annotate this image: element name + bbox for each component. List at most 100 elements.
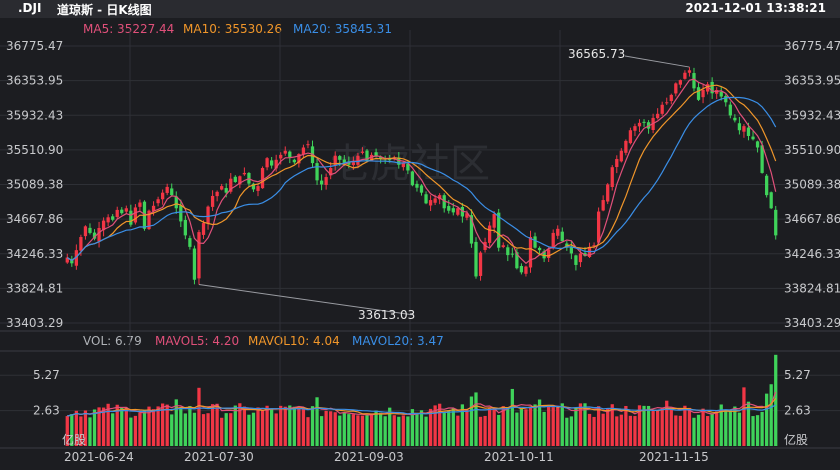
volume-bar[interactable]	[347, 414, 351, 446]
volume-bar[interactable]	[319, 416, 324, 446]
candle-body[interactable]	[642, 121, 646, 123]
volume-bar[interactable]	[306, 417, 310, 446]
volume-bar[interactable]	[615, 416, 619, 446]
candle-body[interactable]	[215, 191, 219, 197]
volume-bar[interactable]	[574, 408, 578, 446]
candle-body[interactable]	[360, 151, 365, 153]
volume-bar[interactable]	[129, 417, 133, 446]
candle-body[interactable]	[315, 163, 319, 181]
candle-body[interactable]	[501, 245, 505, 248]
volume-bar[interactable]	[406, 416, 410, 446]
candle-body[interactable]	[451, 208, 455, 213]
candle-body[interactable]	[701, 89, 705, 98]
candle-body[interactable]	[88, 227, 92, 233]
volume-bar[interactable]	[229, 413, 233, 446]
candle-body[interactable]	[547, 249, 551, 258]
candle-body[interactable]	[210, 195, 215, 207]
volume-bar[interactable]	[510, 388, 514, 446]
volume-bar[interactable]	[265, 405, 269, 446]
volume-bar[interactable]	[678, 415, 682, 446]
candle-body[interactable]	[265, 158, 269, 168]
volume-bar[interactable]	[374, 410, 378, 446]
volume-bar[interactable]	[683, 405, 687, 446]
candle-body[interactable]	[260, 168, 265, 189]
volume-bar[interactable]	[333, 412, 337, 446]
volume-bar[interactable]	[415, 412, 419, 446]
candle-body[interactable]	[724, 96, 728, 103]
volume-bar[interactable]	[342, 412, 346, 446]
volume-bar[interactable]	[179, 407, 183, 446]
volume-bar[interactable]	[101, 407, 106, 446]
volume-bar[interactable]	[215, 403, 219, 446]
volume-bar[interactable]	[642, 405, 646, 446]
volume-bar[interactable]	[569, 416, 574, 446]
volume-bar[interactable]	[660, 407, 664, 446]
volume-bar[interactable]	[269, 409, 274, 446]
candle-body[interactable]	[528, 237, 533, 268]
volume-bar[interactable]	[220, 417, 224, 446]
volume-bar[interactable]	[633, 416, 637, 446]
candle-body[interactable]	[665, 102, 669, 104]
volume-bar[interactable]	[483, 415, 487, 446]
volume-bar[interactable]	[451, 408, 455, 446]
volume-bar[interactable]	[224, 413, 228, 446]
candle-body[interactable]	[129, 210, 133, 225]
candle-body[interactable]	[683, 72, 687, 79]
candle-body[interactable]	[447, 206, 451, 211]
candle-body[interactable]	[233, 176, 237, 182]
candle-body[interactable]	[183, 219, 187, 236]
volume-bar[interactable]	[519, 408, 524, 446]
volume-bar[interactable]	[88, 417, 92, 446]
candle-body[interactable]	[306, 144, 310, 146]
volume-bar[interactable]	[124, 407, 128, 446]
candle-body[interactable]	[288, 151, 292, 158]
volume-bar[interactable]	[383, 416, 387, 446]
volume-bar[interactable]	[606, 407, 610, 446]
candle-body[interactable]	[206, 206, 210, 224]
volume-bar[interactable]	[619, 414, 623, 446]
volume-bar[interactable]	[251, 412, 256, 446]
volume-bar[interactable]	[501, 406, 505, 446]
volume-bar[interactable]	[170, 414, 174, 446]
volume-bar[interactable]	[542, 411, 546, 446]
volume-bar[interactable]	[288, 405, 292, 446]
volume-bar[interactable]	[138, 412, 142, 446]
candle-body[interactable]	[728, 104, 732, 116]
candle-body[interactable]	[692, 73, 696, 89]
volume-bar[interactable]	[733, 406, 737, 446]
volume-bar[interactable]	[769, 384, 773, 446]
volume-bar[interactable]	[424, 416, 428, 446]
volume-bar[interactable]	[692, 417, 696, 446]
candle-body[interactable]	[678, 80, 682, 85]
volume-bar[interactable]	[256, 407, 260, 446]
volume-bar[interactable]	[528, 406, 533, 446]
volume-bar[interactable]	[465, 409, 469, 446]
volume-bar[interactable]	[469, 396, 474, 446]
volume-bar[interactable]	[329, 411, 333, 446]
volume-bar[interactable]	[360, 415, 365, 446]
volume-bar[interactable]	[292, 406, 296, 446]
volume-bar[interactable]	[301, 409, 306, 446]
candle-body[interactable]	[292, 159, 296, 163]
candle-body[interactable]	[624, 140, 628, 153]
candle-body[interactable]	[574, 255, 578, 265]
candle-body[interactable]	[769, 192, 773, 209]
candle-body[interactable]	[415, 183, 419, 188]
volume-bar[interactable]	[587, 413, 592, 446]
volume-bar[interactable]	[560, 403, 564, 446]
candle-body[interactable]	[192, 248, 197, 280]
volume-bar[interactable]	[705, 416, 710, 446]
candle-body[interactable]	[474, 241, 478, 277]
candle-body[interactable]	[619, 150, 623, 162]
candle-body[interactable]	[510, 253, 514, 255]
candle-body[interactable]	[537, 247, 542, 251]
candle-body[interactable]	[165, 186, 169, 193]
candle-body[interactable]	[256, 186, 260, 191]
candle-body[interactable]	[220, 186, 224, 190]
candle-body[interactable]	[774, 209, 778, 236]
candle-body[interactable]	[188, 238, 192, 247]
candle-body[interactable]	[120, 209, 124, 214]
volume-bar[interactable]	[624, 405, 628, 446]
volume-bar[interactable]	[447, 410, 451, 446]
volume-bar[interactable]	[247, 414, 251, 446]
